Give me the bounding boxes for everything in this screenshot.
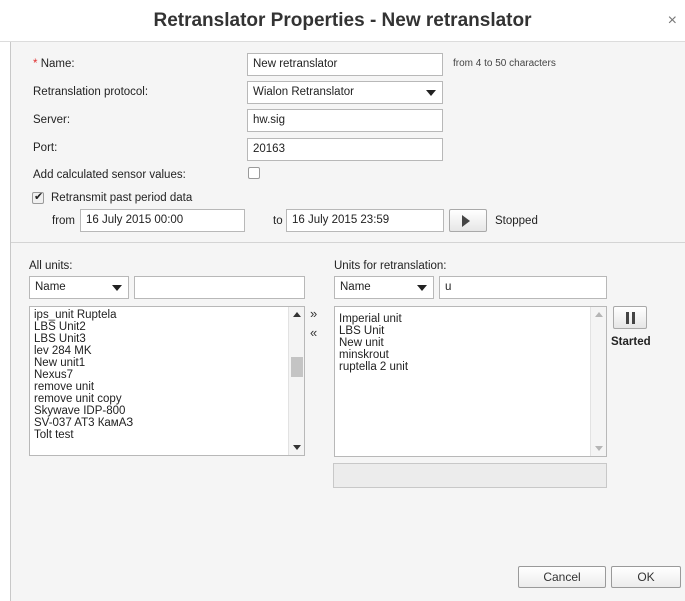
all-units-scrollbar[interactable] <box>288 307 304 455</box>
retranslation-units-label: Units for retranslation: <box>334 260 447 272</box>
required-mark: * <box>33 58 38 70</box>
selection-info-box <box>333 463 607 488</box>
name-label: * Name: <box>33 58 75 70</box>
list-item[interactable]: SV-037 AT3 КамАЗ <box>30 417 288 429</box>
dialog-title: Retranslator Properties - New retranslat… <box>153 10 532 31</box>
name-input[interactable]: New retranslator <box>247 53 443 76</box>
scroll-thumb[interactable] <box>291 357 303 377</box>
from-label: from <box>52 215 75 227</box>
server-label: Server: <box>33 114 71 126</box>
port-input[interactable]: 20163 <box>247 138 443 161</box>
pause-icon <box>632 312 635 324</box>
list-item[interactable]: ruptella 2 unit <box>335 361 590 373</box>
list-item[interactable]: LBS Unit2 <box>30 321 288 333</box>
retranslation-search-input[interactable]: u <box>439 276 607 299</box>
list-item[interactable]: New unit1 <box>30 357 288 369</box>
check-icon: ✔ <box>34 191 44 203</box>
retranslation-filter-value: Name <box>340 281 371 293</box>
server-input[interactable]: hw.sig <box>247 109 443 132</box>
list-item[interactable]: ips_unit Ruptela <box>30 309 288 321</box>
name-label-text: Name: <box>40 58 75 70</box>
all-units-filter-value: Name <box>35 281 66 293</box>
protocol-value: Wialon Retranslator <box>253 86 354 98</box>
retranslation-units-list[interactable]: Imperial unit LBS Unit New unit minskrou… <box>334 306 607 457</box>
protocol-select[interactable]: Wialon Retranslator <box>247 81 443 104</box>
ok-button[interactable]: OK <box>611 566 681 588</box>
chevron-down-icon <box>417 285 427 291</box>
from-date-input[interactable]: 16 July 2015 00:00 <box>80 209 245 232</box>
retranslator-properties-dialog: * Name: New retranslator from 4 to 50 ch… <box>10 42 685 601</box>
to-label: to <box>273 215 283 227</box>
close-icon[interactable]: × <box>668 13 677 29</box>
protocol-label: Retranslation protocol: <box>33 86 149 98</box>
scroll-up-icon[interactable] <box>595 312 603 317</box>
cancel-button[interactable]: Cancel <box>518 566 606 588</box>
pause-button[interactable] <box>613 306 647 329</box>
list-item[interactable]: LBS Unit3 <box>30 333 288 345</box>
scroll-up-icon[interactable] <box>293 312 301 317</box>
chevron-down-icon <box>426 90 436 96</box>
retranslation-units-scrollbar[interactable] <box>590 307 606 456</box>
list-item[interactable]: minskrout <box>335 349 590 361</box>
calc-sensors-checkbox[interactable] <box>248 167 260 179</box>
retranslation-state-text: Started <box>611 336 651 348</box>
all-units-list[interactable]: ips_unit Ruptela LBS Unit2 LBS Unit3 lev… <box>29 306 305 456</box>
scroll-down-icon[interactable] <box>293 445 301 450</box>
title-bar: Retranslator Properties - New retranslat… <box>0 0 685 42</box>
past-period-checkbox[interactable]: ✔ <box>32 191 44 204</box>
calc-sensors-label: Add calculated sensor values: <box>33 169 186 181</box>
name-hint: from 4 to 50 characters <box>453 58 556 69</box>
status-text: Stopped <box>495 215 538 227</box>
retranslation-units-items: Imperial unit LBS Unit New unit minskrou… <box>335 313 590 373</box>
list-item[interactable]: Tolt test <box>30 429 288 441</box>
remove-units-button[interactable]: « <box>310 325 317 340</box>
play-icon <box>462 215 470 227</box>
list-item[interactable]: remove unit copy <box>30 393 288 405</box>
retranslation-filter-select[interactable]: Name <box>334 276 434 299</box>
past-period-label: Retransmit past period data <box>51 192 193 204</box>
all-units-label: All units: <box>29 260 73 272</box>
list-item[interactable]: remove unit <box>30 381 288 393</box>
scroll-down-icon[interactable] <box>595 446 603 451</box>
pause-icon <box>626 312 629 324</box>
divider <box>11 242 685 243</box>
play-button[interactable] <box>449 209 487 232</box>
list-item[interactable]: lev 284 MK <box>30 345 288 357</box>
list-item[interactable]: Skywave IDP-800 <box>30 405 288 417</box>
port-label: Port: <box>33 142 58 154</box>
all-units-items: ips_unit Ruptela LBS Unit2 LBS Unit3 lev… <box>30 309 288 441</box>
chevron-down-icon <box>112 285 122 291</box>
list-item[interactable]: LBS Unit <box>335 325 590 337</box>
all-units-filter-select[interactable]: Name <box>29 276 129 299</box>
to-date-input[interactable]: 16 July 2015 23:59 <box>286 209 444 232</box>
list-item[interactable]: New unit <box>335 337 590 349</box>
all-units-search-input[interactable] <box>134 276 305 299</box>
add-units-button[interactable]: » <box>310 306 317 321</box>
list-item[interactable]: Imperial unit <box>335 313 590 325</box>
list-item[interactable]: Nexus7 <box>30 369 288 381</box>
